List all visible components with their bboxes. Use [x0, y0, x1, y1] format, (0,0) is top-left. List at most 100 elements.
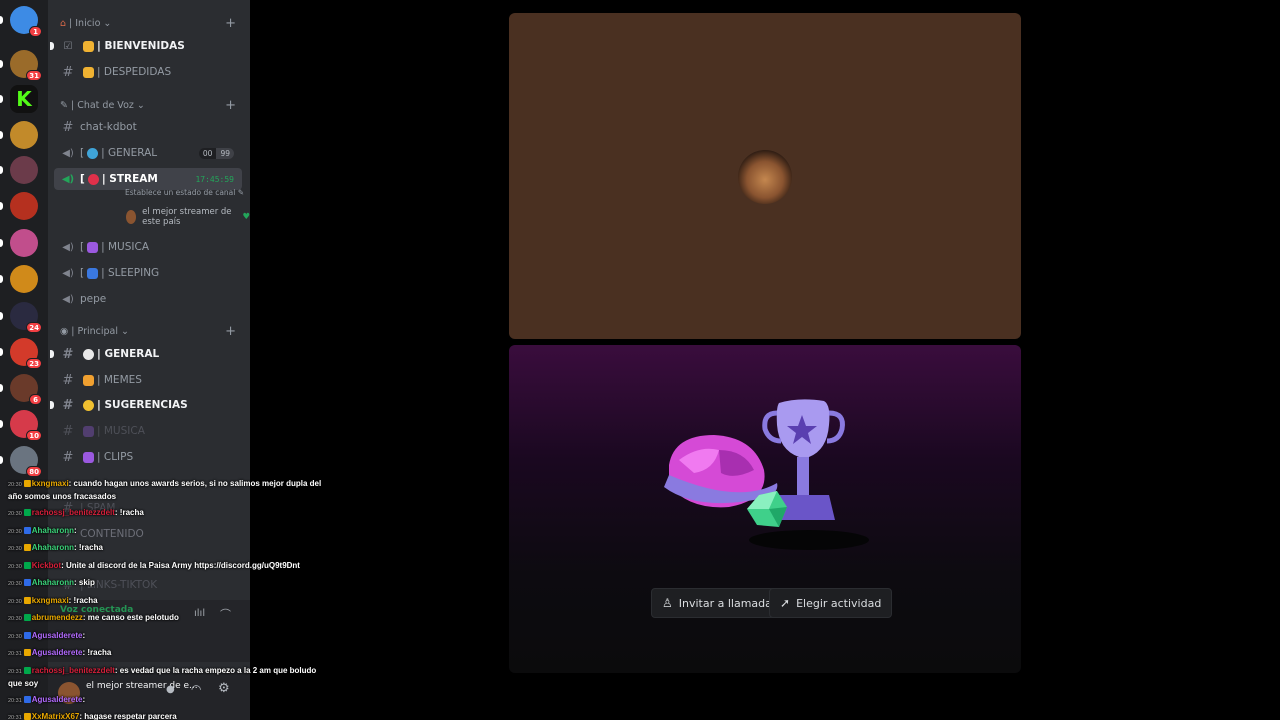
- chat-text: : skip: [74, 578, 95, 587]
- add-channel-icon[interactable]: +: [225, 16, 236, 31]
- server-icon[interactable]: 31: [10, 50, 42, 81]
- server-unread-pill: [0, 166, 3, 174]
- voice-channel-sleeping[interactable]: ◀) [ | SLEEPING: [54, 262, 242, 284]
- speaker-icon: ◀): [62, 241, 74, 253]
- mention-badge: 24: [26, 322, 42, 333]
- chat-timestamp: 20:30: [8, 633, 22, 640]
- channel-sugerencias[interactable]: # | SUGERENCIAS: [50, 394, 242, 416]
- server-icon[interactable]: 6: [10, 374, 42, 405]
- connected-count: 00: [198, 147, 217, 159]
- avatar: [126, 210, 137, 224]
- video-tile-user[interactable]: [509, 13, 1021, 339]
- channel-general[interactable]: # | GENERAL: [50, 343, 242, 365]
- rocket-icon: ➚: [780, 596, 791, 610]
- channel-label: | GENERAL: [101, 147, 158, 159]
- face-emoji-icon: [83, 399, 94, 411]
- chat-badge-icon: [23, 666, 31, 674]
- chat-message: 20:30 Ahaharonn: !racha: [8, 540, 323, 558]
- add-channel-icon[interactable]: +: [225, 324, 236, 339]
- invite-to-call-button[interactable]: ♙ Invitar a llamada: [651, 588, 783, 618]
- mention-badge: 6: [29, 394, 42, 405]
- chat-message: 20:30 Agusalderete:: [8, 628, 323, 646]
- category-inicio[interactable]: ⌂ | Inicio ⌄ +: [60, 16, 242, 31]
- voice-channel-musica[interactable]: ◀) [ | MUSICA: [54, 236, 242, 258]
- chat-timestamp: 20:30: [8, 598, 22, 605]
- chat-username: Ahaharonn: [31, 578, 74, 587]
- red-circle-emoji-icon: [87, 173, 99, 185]
- server-icon[interactable]: 1: [10, 6, 42, 37]
- server-icon[interactable]: [10, 192, 38, 220]
- chat-username: Agusalderete: [31, 648, 83, 657]
- channel-label: | DESPEDIDAS: [97, 66, 172, 78]
- channel-label: | MUSICA: [97, 425, 145, 437]
- chat-badge-icon: [23, 480, 31, 487]
- server-unread-pill: [0, 275, 3, 283]
- server-unread-pill: [0, 312, 3, 320]
- chat-username: Agusalderete: [31, 694, 83, 704]
- category-principal[interactable]: ◉ | Principal ⌄ +: [60, 324, 242, 339]
- hash-icon: #: [62, 64, 74, 80]
- chevron-down-icon: ⌄: [121, 326, 129, 337]
- chat-message: 20:31 rachossj_benitezzdelt: es vedad que…: [8, 663, 323, 692]
- voice-channel-general[interactable]: ◀) [ | GENERAL 00 99: [54, 142, 242, 164]
- microphone-icon: ✎: [60, 100, 68, 111]
- chat-badge-icon: [23, 544, 31, 551]
- speech-emoji-icon: [83, 348, 94, 360]
- chat-text: : Unite al discord de la Paisa Army http…: [61, 560, 300, 570]
- channel-label: chat-kdbot: [80, 121, 137, 133]
- voice-channel-stream[interactable]: ◀) [ | STREAM 17:45:59: [54, 168, 242, 190]
- server-icon[interactable]: 24: [10, 302, 42, 333]
- mention-badge: 1: [29, 26, 42, 37]
- server-unread-pill: [0, 60, 3, 68]
- chat-message: 20:31 Agusalderete:: [8, 692, 323, 710]
- channel-label: | MEMES: [97, 374, 142, 386]
- server-icon[interactable]: K: [10, 85, 38, 113]
- chat-text: :: [74, 525, 77, 535]
- server-letter: K: [16, 87, 32, 111]
- chat-text: : !racha: [114, 508, 144, 517]
- user-limit-pill: 00 99: [198, 147, 234, 159]
- channel-despedidas[interactable]: # | DESPEDIDAS: [54, 61, 242, 83]
- channel-chat-kdbot[interactable]: # chat-kdbot: [54, 116, 242, 138]
- chat-timestamp: 20:30: [8, 482, 22, 488]
- status-text: Establece un estado de canal: [125, 188, 236, 197]
- chat-timestamp: 20:31: [8, 697, 22, 704]
- choose-activity-button[interactable]: ➚ Elegir actividad: [769, 588, 893, 618]
- voice-channel-pepe[interactable]: ◀) pepe: [54, 288, 242, 310]
- add-person-icon: ♙: [662, 596, 673, 610]
- server-icon[interactable]: [10, 265, 38, 293]
- house-icon: ⌂: [60, 18, 67, 29]
- video-emoji-icon: [83, 451, 94, 463]
- channel-status-prompt[interactable]: Establece un estado de canal ✎: [125, 188, 244, 197]
- chat-username: XxMatrixX67: [31, 712, 80, 720]
- channel-bienvenidas[interactable]: ☑ | BIENVENIDAS: [50, 35, 242, 57]
- server-icon[interactable]: [10, 121, 38, 149]
- unread-indicator: [50, 42, 54, 50]
- add-channel-icon[interactable]: +: [225, 98, 236, 113]
- server-icon[interactable]: [10, 229, 38, 257]
- chat-badge-icon: [23, 526, 31, 534]
- category-chat-de-voz[interactable]: ✎ | Chat de Voz ⌄ +: [60, 98, 242, 113]
- chat-message: 20:30 kxngmaxi: cuando hagan unos awards …: [8, 476, 323, 505]
- channel-clips[interactable]: # | CLIPS: [54, 446, 242, 468]
- server-icon[interactable]: [10, 156, 38, 184]
- category-label: | Inicio: [69, 18, 101, 29]
- voice-user-row[interactable]: el mejor streamer de este país ♥: [126, 207, 250, 227]
- server-icon[interactable]: 23: [10, 338, 42, 369]
- wave-emoji-icon: [83, 40, 94, 52]
- server-unread-pill: [0, 16, 3, 24]
- server-unread-pill: [0, 456, 3, 464]
- cat-emoji-icon: [83, 374, 94, 386]
- chat-message: 20:30 rachossj_benitezzdelt: !racha: [8, 505, 323, 523]
- server-icon[interactable]: 80: [10, 446, 42, 477]
- chat-badge-icon: [23, 614, 31, 621]
- category-label: | Chat de Voz: [70, 100, 134, 111]
- rules-icon: ☑: [63, 40, 73, 52]
- channel-label: | SLEEPING: [101, 267, 160, 279]
- channel-musica[interactable]: # | MUSICA: [54, 420, 242, 442]
- server-icon[interactable]: 10: [10, 410, 42, 441]
- channel-label: | CLIPS: [97, 451, 134, 463]
- channel-memes[interactable]: # | MEMES: [54, 369, 242, 391]
- chevron-down-icon: ⌄: [136, 100, 145, 111]
- stream-chat-overlay: 20:30 kxngmaxi: cuando hagan unos awards …: [8, 476, 323, 720]
